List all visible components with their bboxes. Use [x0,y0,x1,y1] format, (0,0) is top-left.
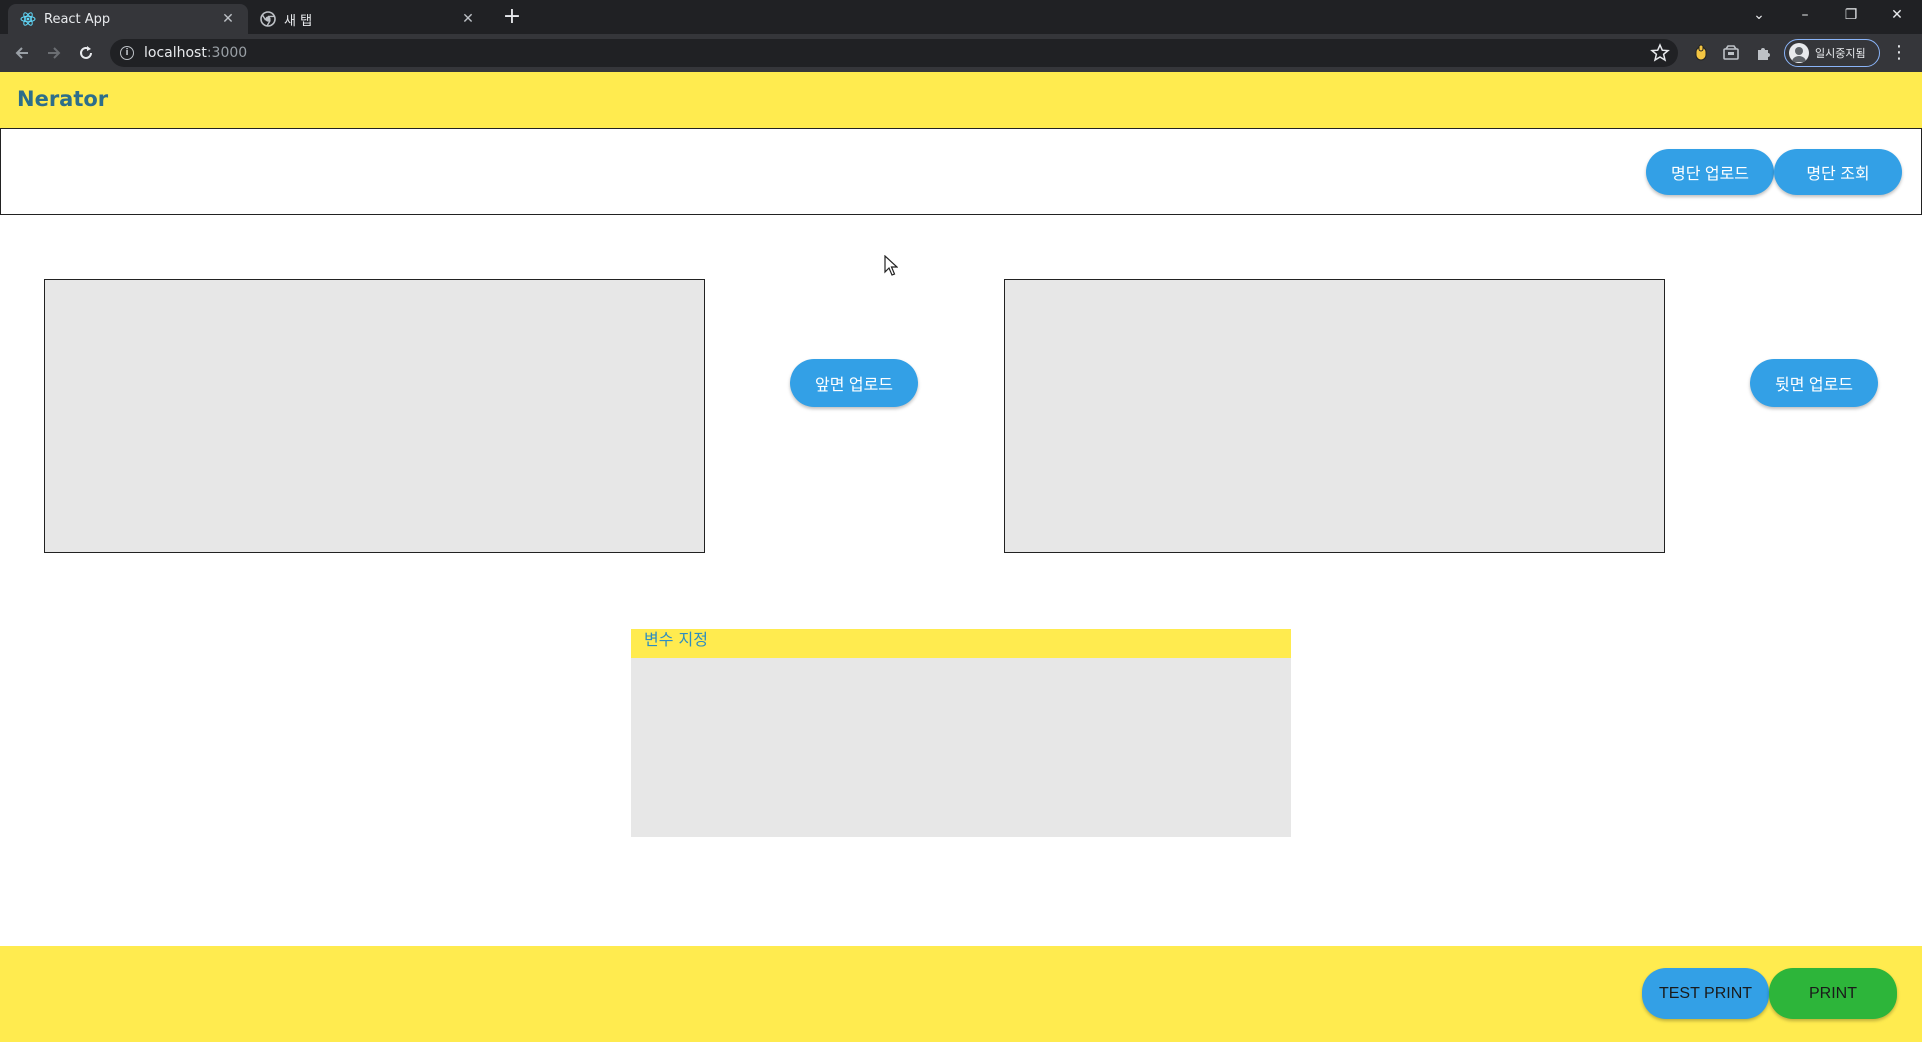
back-upload-button[interactable]: 뒷면 업로드 [1750,359,1878,407]
mouse-cursor-icon [884,254,899,277]
chrome-icon [260,11,276,27]
front-image-preview [44,279,705,553]
address-bar[interactable]: i localhost:3000 [110,39,1678,67]
url-port: :3000 [206,45,248,61]
tab-title: React App [44,11,111,27]
new-tab-button[interactable]: + [500,6,524,30]
site-info-icon[interactable]: i [120,46,134,60]
variables-panel-title: 변수 지정 [631,629,1291,658]
reload-button[interactable] [74,41,98,65]
forward-arrow-icon [48,47,61,59]
profile-button[interactable]: 일시중지됨 [1784,39,1880,67]
tab-new-tab[interactable]: 새 탭 ✕ [248,4,488,34]
list-toolbar [0,128,1922,215]
bookmark-star-icon[interactable] [1650,43,1670,63]
back-button[interactable] [10,41,34,65]
avatar-icon [1789,43,1809,63]
app-logo: Nerator [17,87,109,111]
browser-menu-icon[interactable]: ⋮ [1888,42,1910,64]
restore-button[interactable]: ❐ [1828,0,1874,30]
url-host: localhost [144,45,207,61]
list-upload-button[interactable]: 명단 업로드 [1646,149,1774,195]
tab-close-icon[interactable]: ✕ [458,11,478,27]
minimize-button[interactable]: – [1782,0,1828,30]
back-arrow-icon [15,47,28,59]
reload-icon [80,46,92,59]
footer-bar [0,946,1922,1042]
tab-title: 새 탭 [284,13,313,29]
tab-search-icon[interactable]: ⌄ [1736,0,1782,30]
tab-react-app[interactable]: React App ✕ [8,4,248,34]
test-print-button[interactable]: TEST PRINT [1642,968,1769,1019]
app-header [0,72,1922,128]
list-view-button[interactable]: 명단 조회 [1774,149,1902,195]
extension-hand-icon[interactable] [1690,42,1712,64]
profile-status-label: 일시중지됨 [1815,47,1866,60]
close-window-button[interactable]: ✕ [1874,0,1920,30]
print-button[interactable]: PRINT [1769,968,1897,1019]
extension-box-icon[interactable] [1720,42,1742,64]
forward-button[interactable] [42,41,66,65]
front-upload-button[interactable]: 앞면 업로드 [790,359,918,407]
variables-panel [631,629,1291,837]
extensions-puzzle-icon[interactable] [1753,42,1775,64]
react-icon [20,11,36,27]
back-image-preview [1004,279,1665,553]
tab-close-icon[interactable]: ✕ [218,11,238,27]
